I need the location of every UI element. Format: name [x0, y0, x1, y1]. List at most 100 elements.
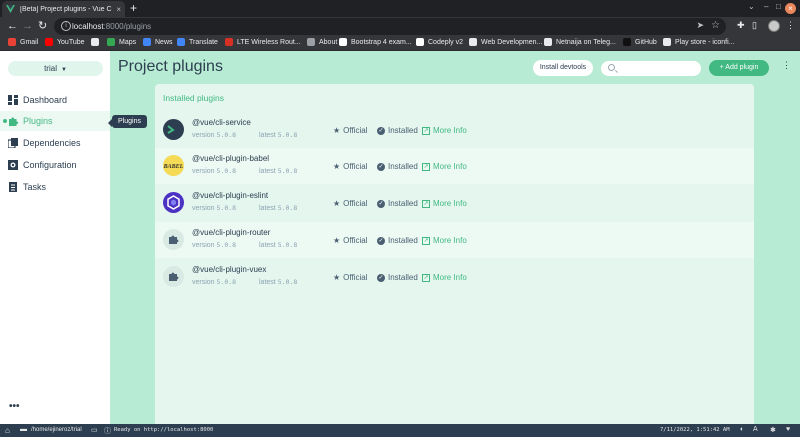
address-bar[interactable]: i localhost:8000/plugins ➤ ☆ [54, 18, 726, 35]
sidebar-item-label: Dependencies [23, 138, 81, 148]
official-badge: ★ Official [333, 273, 367, 282]
plugin-row[interactable]: @vue/cli-plugin-router version 5.0.8 lates… [155, 222, 754, 258]
installed-badge: ✓ Installed [377, 236, 418, 245]
external-link-icon: ↗ [422, 236, 430, 245]
browser-tab[interactable]: [Beta] Project plugins - Vue C × [2, 1, 125, 17]
new-tab-button[interactable]: + [130, 1, 137, 16]
plugin-row[interactable]: @vue/cli-service version 5.0.8 latest 5.0.… [155, 112, 754, 148]
site-info-icon[interactable]: i [61, 21, 71, 31]
official-label: Official [343, 126, 368, 135]
plugin-row[interactable]: BABEL @vue/cli-plugin-babel version 5.0.8 l… [155, 148, 754, 184]
version-value: 5.0.8 [216, 131, 237, 139]
translate-icon[interactable]: A [753, 426, 758, 433]
bookmark-item[interactable]: Translate [177, 38, 218, 46]
more-info-link[interactable]: ↗ More Info [422, 236, 467, 245]
tab-search-icon[interactable]: ⌄ [748, 2, 755, 11]
version-value: 5.0.8 [216, 241, 237, 249]
more-options-icon[interactable]: ••• [9, 401, 20, 412]
bookmark-item[interactable] [91, 38, 103, 46]
forward-icon[interactable]: → [22, 19, 33, 33]
search-field[interactable] [601, 61, 701, 76]
side-panel-icon[interactable]: ▯ [752, 20, 757, 31]
bookmark-item[interactable]: GitHub [623, 38, 657, 46]
maximize-icon[interactable]: □ [776, 2, 781, 11]
official-badge: ★ Official [333, 236, 367, 245]
latest-value: 5.0.8 [277, 204, 298, 212]
bookmark-label: About [319, 38, 338, 46]
home-icon[interactable]: ⌂ [5, 426, 10, 435]
bookmark-label: Web Developmen... [481, 38, 543, 46]
bookmark-favicon-icon [339, 38, 347, 46]
reload-icon[interactable]: ↻ [38, 19, 47, 33]
plugin-version: version 5.0.8 [192, 131, 236, 139]
version-label: version [192, 242, 215, 249]
bookmark-favicon-icon [177, 38, 185, 46]
version-label: version [192, 279, 215, 286]
more-info-link[interactable]: ↗ More Info [422, 126, 467, 135]
sidebar-item-configuration[interactable]: Configuration [0, 155, 110, 175]
puzzle-logo-icon [163, 266, 184, 287]
sidebar-item-tasks[interactable]: Tasks [0, 177, 110, 197]
installed-label: Installed [388, 199, 418, 208]
bookmark-item[interactable]: Codeply v2 [416, 38, 463, 46]
sidebar-item-label: Configuration [23, 160, 77, 170]
version-value: 5.0.8 [216, 278, 237, 286]
bookmark-item[interactable]: About [307, 38, 337, 46]
plugin-version: version 5.0.8 [192, 241, 236, 249]
more-info-link[interactable]: ↗ More Info [422, 199, 467, 208]
more-menu-icon[interactable]: ⋮ [782, 61, 791, 70]
search-input[interactable] [619, 62, 697, 75]
plugin-row[interactable]: @vue/cli-plugin-vuex version 5.0.8 latest … [155, 259, 754, 295]
bookmark-item[interactable]: Netnaija on Teleg... [544, 38, 616, 46]
theme-icon[interactable]: ◐ [740, 426, 744, 433]
caret-down-icon: ▼ [60, 67, 67, 73]
official-label: Official [343, 236, 368, 245]
more-info-link[interactable]: ↗ More Info [422, 162, 467, 171]
extensions-icon[interactable]: ✚ [737, 20, 745, 31]
bookmark-item[interactable]: Gmail [8, 38, 38, 46]
window-close-icon[interactable]: × [785, 3, 796, 14]
install-devtools-button[interactable]: Install devtools [533, 60, 593, 76]
bookmark-item[interactable]: Bootstrap 4 exam... [339, 38, 412, 46]
profile-avatar[interactable] [768, 20, 780, 32]
tab-close-icon[interactable]: × [116, 5, 121, 14]
plugin-row[interactable]: @vue/cli-plugin-eslint version 5.0.8 lates… [155, 185, 754, 221]
bookmark-star-icon[interactable]: ☆ [711, 20, 720, 31]
bookmark-item[interactable]: YouTube [45, 38, 85, 46]
sidebar-item-dependencies[interactable]: Dependencies [0, 133, 110, 153]
bookmark-favicon-icon [623, 38, 631, 46]
babel-logo-icon: BABEL [163, 155, 184, 176]
project-path[interactable]: /home/ejineroz/trial [31, 427, 82, 433]
minimize-icon[interactable]: – [764, 2, 768, 11]
bookmark-item[interactable]: Play store - iconfi... [663, 38, 735, 46]
latest-label: latest [259, 132, 276, 139]
chrome-menu-icon[interactable]: ⋮ [786, 20, 795, 31]
terminal-icon[interactable]: ▭ [91, 426, 98, 434]
add-plugin-button[interactable]: + Add plugin [709, 60, 769, 76]
sidebar-item-plugins[interactable]: Plugins [0, 111, 110, 131]
url-text[interactable]: localhost:8000/plugins [72, 22, 151, 31]
installed-badge: ✓ Installed [377, 162, 418, 171]
project-selector[interactable]: trial ▼ [8, 61, 103, 76]
installed-plugins-panel: Installed plugins @vue/cli-service versio… [155, 84, 754, 424]
external-link-icon: ↗ [422, 199, 430, 208]
sidebar: trial ▼ Dashboard Plugins Dependencies Co… [0, 51, 110, 424]
heart-icon[interactable]: ♥ [786, 426, 790, 433]
bookmark-favicon-icon [8, 38, 16, 46]
share-icon[interactable]: ➤ [696, 20, 704, 31]
bookmark-favicon-icon [416, 38, 424, 46]
plugin-latest: latest 5.0.8 [259, 131, 297, 139]
back-icon[interactable]: ← [7, 19, 18, 33]
sidebar-item-dashboard[interactable]: Dashboard [0, 90, 110, 110]
installed-label: Installed [388, 273, 418, 282]
latest-value: 5.0.8 [277, 241, 298, 249]
bookmark-item[interactable]: Maps [107, 38, 136, 46]
plugin-version: version 5.0.8 [192, 167, 236, 175]
more-info-link[interactable]: ↗ More Info [422, 273, 467, 282]
bookmark-item[interactable]: LTE Wireless Rout... [225, 38, 301, 46]
bug-icon[interactable]: ✱ [770, 426, 776, 434]
plugin-latest: latest 5.0.8 [259, 241, 297, 249]
info-icon: ⓘ [104, 428, 111, 435]
bookmark-item[interactable]: Web Developmen... [469, 38, 542, 46]
bookmark-item[interactable]: News [143, 38, 173, 46]
